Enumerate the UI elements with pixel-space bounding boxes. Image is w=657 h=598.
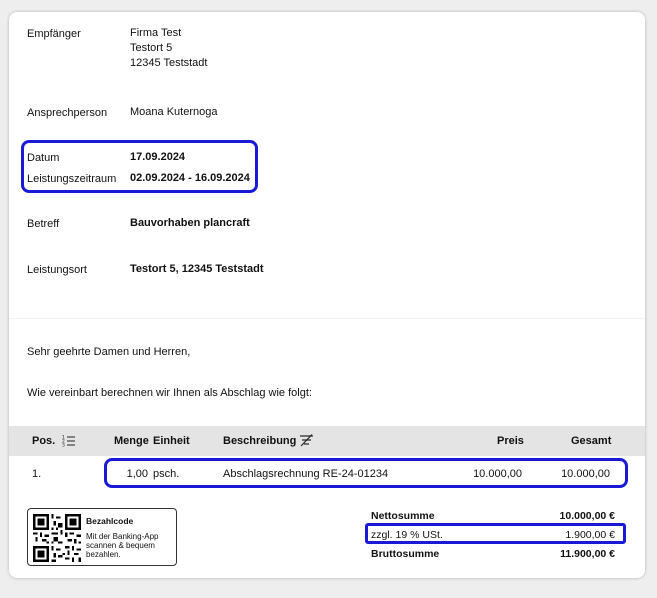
recipient-name: Firma Test: [130, 27, 182, 39]
date-value: 17.09.2024: [130, 151, 186, 163]
recipient-address: Firma Test Testort 5 12345 Teststadt: [130, 26, 207, 71]
gross-total-label: Bruttosumme: [371, 548, 440, 560]
vat-value: 1.900,00 €: [565, 529, 615, 541]
gross-total-row: Bruttosumme 11.900,00 €: [371, 548, 615, 560]
payment-code-line: scannen & bequem: [86, 541, 155, 550]
filter-off-icon[interactable]: [299, 434, 314, 452]
recipient-label: Empfänger: [27, 28, 81, 40]
column-pos: Pos.: [32, 435, 56, 447]
subject-label: Betreff: [27, 218, 60, 230]
location-label: Leistungsort: [27, 264, 87, 276]
net-total-row: Nettosumme 10.000,00 €: [371, 510, 615, 522]
subject-value: Bauvorhaben plancraft: [130, 217, 250, 229]
payment-code-line: Mit der Banking-App: [86, 532, 159, 541]
payment-code-text: Mit der Banking-App scannen & bequem bez…: [86, 532, 158, 559]
vat-row: zzgl. 19 % USt. 1.900,00 €: [371, 529, 615, 541]
numbered-list-icon[interactable]: 1 2 3: [62, 434, 76, 452]
column-beschreibung: Beschreibung: [223, 435, 297, 447]
vat-label: zzgl. 19 % USt.: [371, 529, 443, 541]
payment-code-title: Bezahlcode: [86, 516, 134, 526]
row-pos: 1.: [32, 468, 42, 480]
intro-text: Wie vereinbart berechnen wir Ihnen als A…: [27, 387, 312, 399]
payment-code-card: Bezahlcode Mit der Banking-App scannen &…: [27, 508, 177, 566]
contact-value: Moana Kuternoga: [130, 106, 218, 118]
location-value: Testort 5, 12345 Teststadt: [130, 263, 264, 275]
column-preis: Preis: [497, 435, 524, 447]
invoice-document: Empfänger Firma Test Testort 5 12345 Tes…: [9, 12, 645, 578]
period-value: 02.09.2024 - 16.09.2024: [130, 172, 250, 184]
recipient-street: Testort 5: [130, 42, 173, 54]
payment-code-line: bezahlen.: [86, 550, 121, 559]
recipient-city: 12345 Teststadt: [130, 57, 208, 69]
table-header: Pos. 1 2 3 Menge Einheit Beschreibung Pr…: [9, 426, 645, 456]
greeting-text: Sehr geehrte Damen und Herren,: [27, 346, 191, 358]
column-einheit: Einheit: [153, 435, 190, 447]
net-total-value: 10.000,00 €: [559, 510, 615, 522]
section-divider: [9, 318, 645, 319]
svg-text:3: 3: [62, 443, 65, 448]
contact-label: Ansprechperson: [27, 107, 108, 119]
gross-total-value: 11.900,00 €: [560, 548, 615, 560]
period-label: Leistungszeitraum: [27, 173, 117, 185]
date-label: Datum: [27, 152, 60, 164]
qr-code-icon: [33, 514, 81, 562]
net-total-label: Nettosumme: [371, 510, 435, 522]
row-highlight: [104, 458, 628, 488]
column-menge: Menge: [114, 435, 149, 447]
column-gesamt: Gesamt: [571, 435, 612, 447]
